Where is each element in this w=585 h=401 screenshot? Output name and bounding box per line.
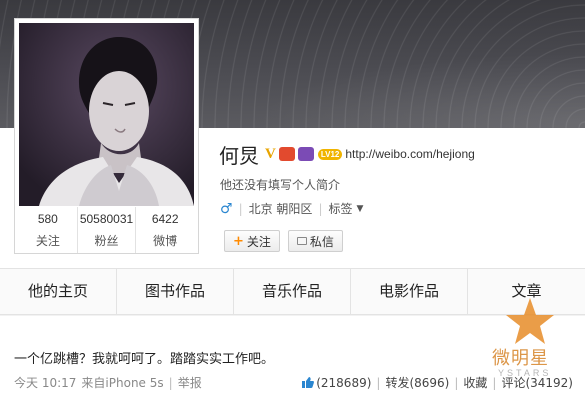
divider: | [376, 375, 381, 390]
divider: | [238, 201, 243, 216]
profile-url[interactable]: http://weibo.com/hejiong [345, 147, 474, 161]
envelope-icon [296, 237, 307, 245]
profile-location: 北京 朝阳区 [248, 202, 313, 216]
divider: | [168, 375, 173, 390]
vip-crown-icon[interactable] [278, 147, 295, 161]
chevron-down-icon: ▼ [356, 203, 364, 214]
tab-music[interactable]: 音乐作品 [234, 269, 351, 314]
post-actions: (218689) | 转发(8696) | 收藏 | 评论(34192) [302, 374, 573, 391]
avatar[interactable] [19, 23, 194, 206]
weibo-post: 一个亿跳槽？我就呵呵了。踏踏实实工作吧。 今天 10:17 来自 iPhone … [0, 316, 585, 401]
profile-tabs: 他的主页 图书作品 音乐作品 电影作品 文章 [0, 268, 585, 315]
divider: | [492, 375, 497, 390]
stat-posts-label: 微博 [153, 234, 178, 248]
tv-icon[interactable] [297, 147, 314, 161]
post-source[interactable]: iPhone 5s [105, 376, 163, 390]
tab-home[interactable]: 他的主页 [0, 269, 117, 314]
tags-dropdown[interactable]: 标签 ▼ [328, 200, 363, 217]
repost-link[interactable]: 转发(8696) [385, 374, 449, 391]
message-button-label: 私信 [309, 234, 334, 249]
message-button[interactable]: 私信 [287, 230, 343, 252]
stat-followers-count: 50580031 [79, 212, 134, 226]
profile-stats: 580 关注 50580031 粉丝 6422 微博 [19, 207, 194, 253]
post-source-prefix: 来自 [81, 376, 106, 390]
follow-button[interactable]: + 关注 [224, 230, 280, 252]
verified-badge[interactable]: V [265, 146, 276, 163]
profile-location-row: ♂ | 北京 朝阳区 | 标签 ▼ [220, 200, 363, 217]
divider: | [454, 375, 459, 390]
report-link[interactable]: 举报 [178, 374, 202, 391]
tab-books[interactable]: 图书作品 [117, 269, 234, 314]
tab-articles[interactable]: 文章 [468, 269, 585, 314]
favorite-link[interactable]: 收藏 [463, 374, 487, 391]
profile-actions: + 关注 私信 [224, 230, 343, 252]
comment-link[interactable]: 评论(34192) [501, 374, 573, 391]
post-text: 一个亿跳槽？我就呵呵了。踏踏实实工作吧。 [14, 352, 275, 367]
male-icon: ♂ [220, 200, 233, 217]
profile-intro: 他还没有填写个人简介 [220, 178, 341, 192]
avatar-card: 580 关注 50580031 粉丝 6422 微博 [14, 18, 199, 254]
profile-name: 何炅 [219, 143, 259, 168]
stat-posts-count: 6422 [151, 212, 179, 226]
level-badge[interactable]: LV12 [317, 148, 343, 160]
stat-following[interactable]: 580 关注 [19, 207, 78, 253]
follow-button-label: 关注 [246, 234, 271, 249]
stat-followers-label: 粉丝 [94, 234, 119, 248]
profile-name-row: 何炅 V LV12 http://weibo.com/hejiong [219, 140, 475, 168]
stat-following-count: 580 [37, 212, 58, 226]
post-time[interactable]: 今天 10:17 [14, 374, 76, 391]
plus-icon: + [233, 233, 244, 249]
stat-followers[interactable]: 50580031 粉丝 [78, 207, 137, 253]
post-meta: 今天 10:17 来自 iPhone 5s | 举报 [14, 374, 202, 391]
like-count[interactable]: (218689) [316, 376, 371, 390]
thumbs-up-icon[interactable] [302, 377, 315, 388]
tab-movies[interactable]: 电影作品 [351, 269, 468, 314]
divider: | [318, 201, 323, 216]
tags-label: 标签 [328, 202, 353, 216]
stat-posts[interactable]: 6422 微博 [136, 207, 194, 253]
stat-following-label: 关注 [35, 234, 60, 248]
